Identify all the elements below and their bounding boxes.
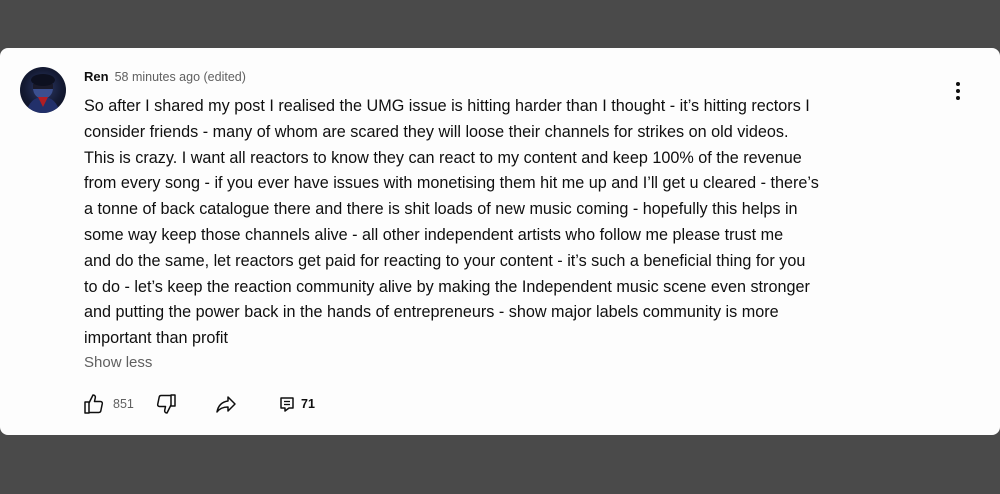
dislike-button[interactable] — [154, 392, 178, 416]
like-count: 851 — [113, 397, 134, 411]
show-less-button[interactable]: Show less — [84, 353, 152, 373]
comment-timestamp[interactable]: 58 minutes ago (edited) — [115, 70, 246, 84]
comment-line: to do - let’s keep the reaction communit… — [84, 277, 810, 296]
share-button[interactable] — [214, 392, 238, 416]
thumbs-up-icon — [84, 394, 104, 414]
comment-line: So after I shared my post I realised the… — [84, 97, 810, 115]
comment-header: Ren 58 minutes ago (edited) — [84, 69, 246, 85]
like-button[interactable] — [82, 392, 106, 416]
share-icon — [216, 396, 236, 413]
replies-button[interactable] — [278, 392, 298, 416]
comment-line: and do the same, let reactors get paid f… — [84, 251, 806, 270]
comment-line: important than profit — [84, 329, 228, 348]
comment-line: from every song - if you ever have issue… — [84, 174, 819, 193]
comment-line: some way keep those channels alive - all… — [84, 225, 784, 244]
comment-card: Ren 58 minutes ago (edited) So after I sh… — [0, 48, 1000, 435]
avatar-image — [26, 74, 60, 113]
avatar[interactable] — [20, 67, 66, 113]
author-name[interactable]: Ren — [84, 69, 109, 84]
comment-text: So after I shared my post I realised the… — [84, 94, 944, 352]
comment-line: and putting the power back in the hands … — [84, 303, 779, 322]
comment-line: a tonne of back catalogue there and ther… — [84, 200, 798, 219]
more-vert-icon[interactable] — [949, 80, 967, 104]
comment-line: consider friends - many of whom are scar… — [84, 122, 789, 141]
comment-line: This is crazy. I want all reactors to kn… — [84, 148, 802, 167]
thumbs-down-icon — [156, 394, 176, 414]
reply-count[interactable]: 71 — [301, 396, 315, 412]
comment-icon — [280, 397, 294, 412]
